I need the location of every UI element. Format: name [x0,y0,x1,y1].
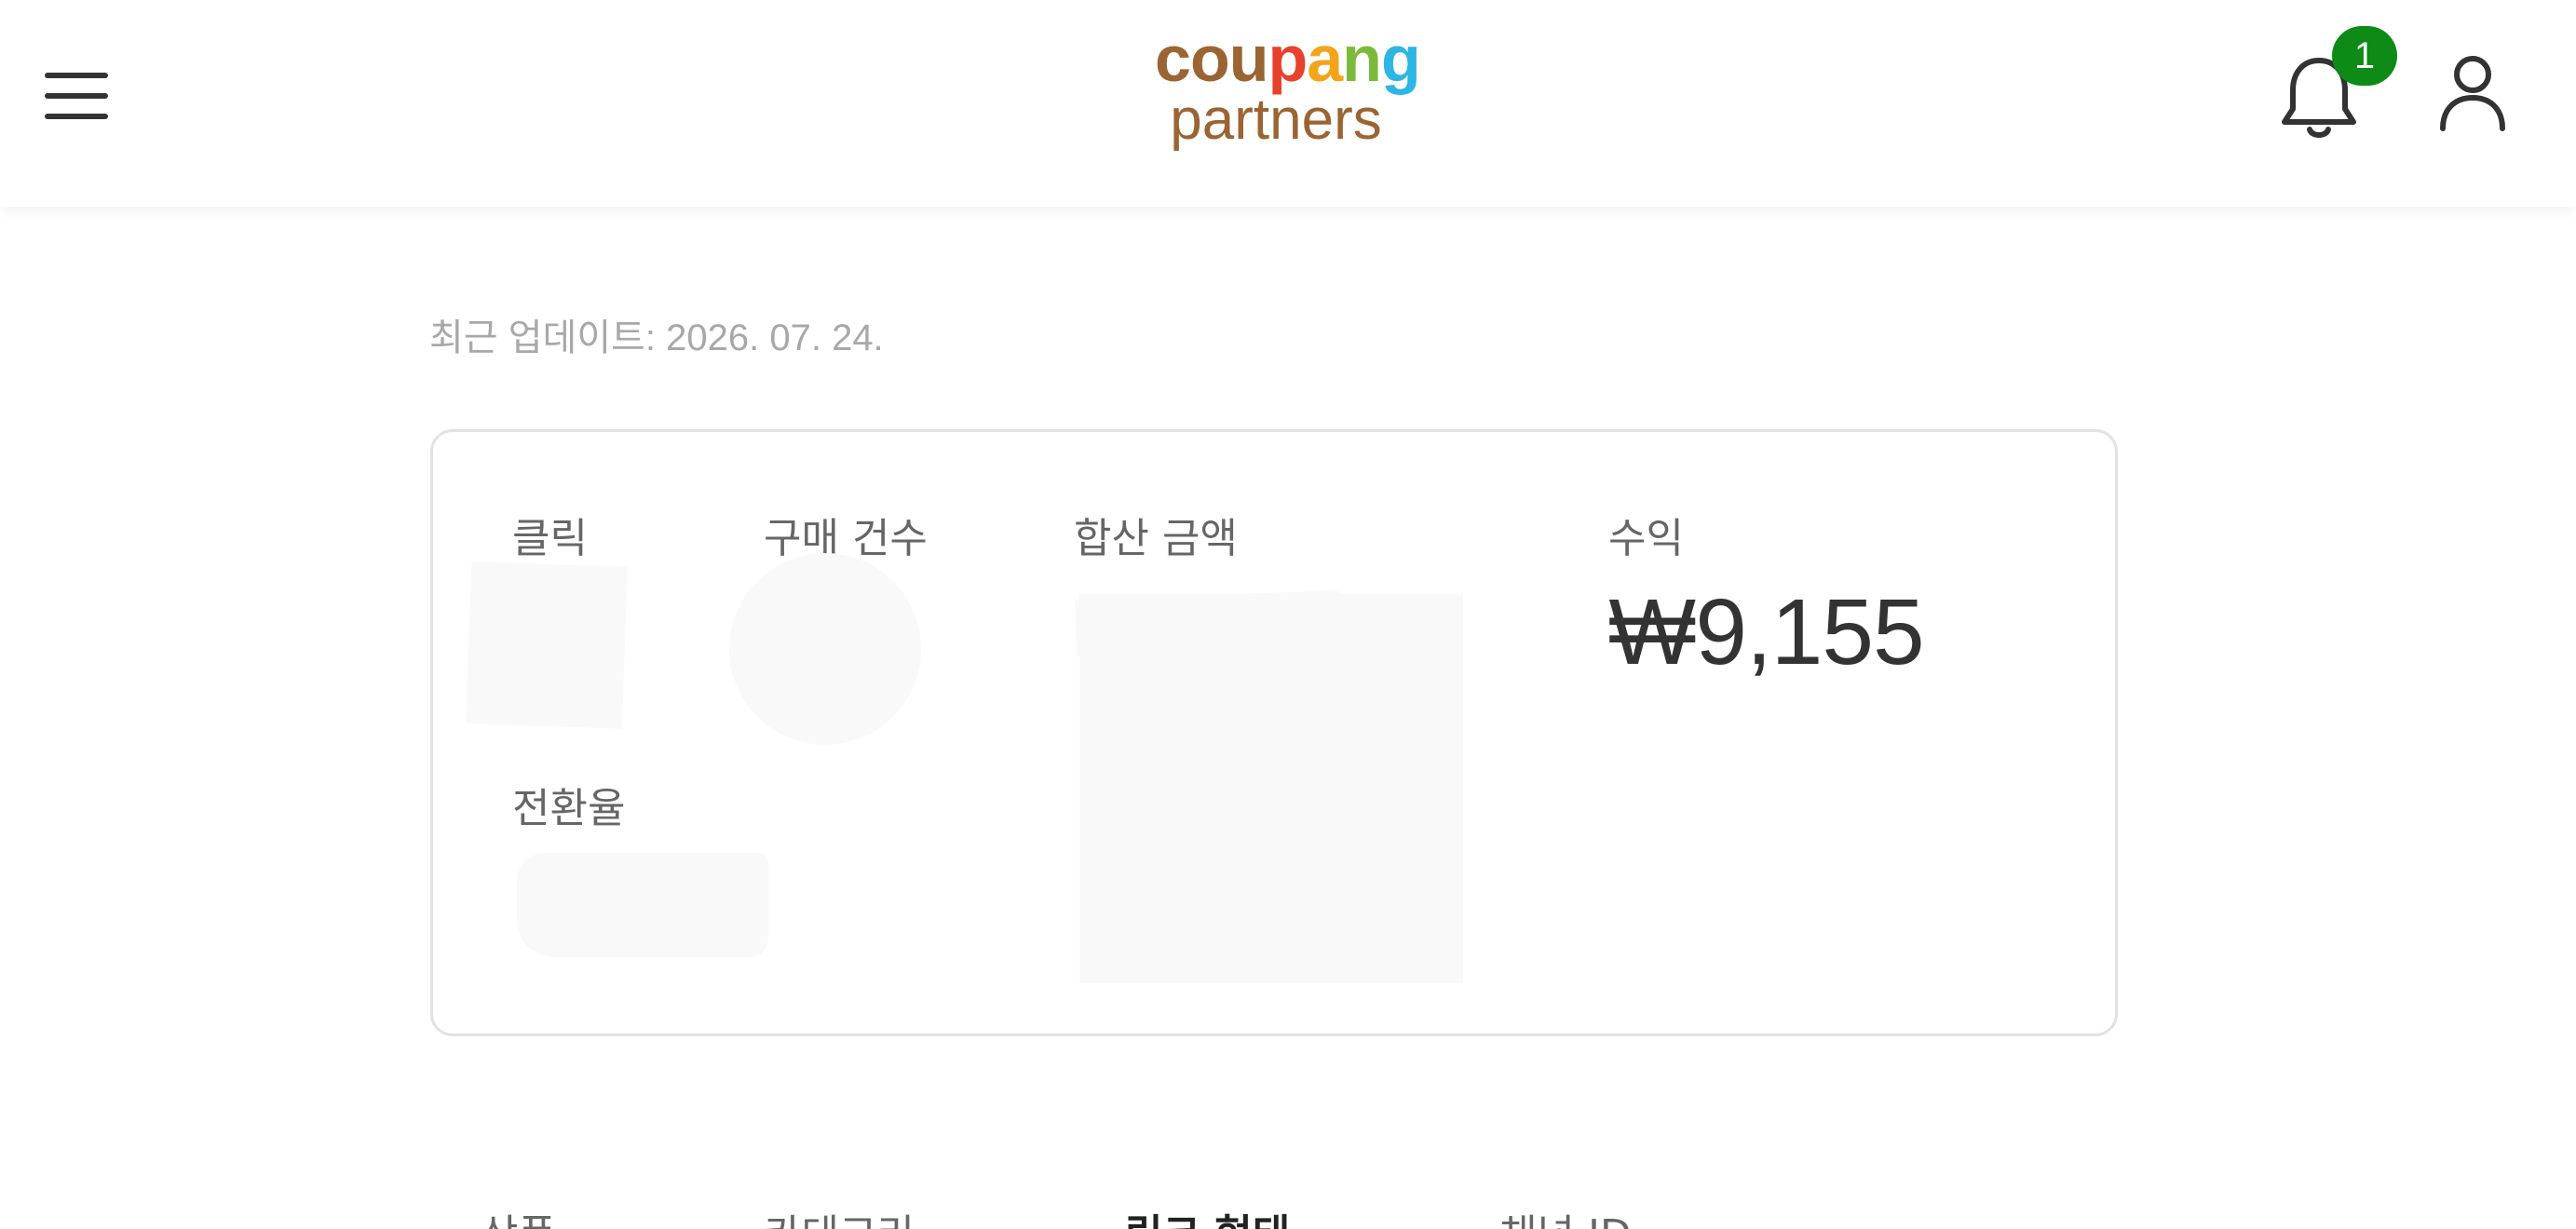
purchases-value-redacted [729,553,921,745]
top-header: coupang partners 1 [0,0,2576,207]
notification-badge: 1 [2332,26,2397,86]
hamburger-menu-icon[interactable] [41,65,115,125]
user-icon [2440,56,2505,131]
logo-letter: o [1189,22,1230,95]
logo-letter: u [1228,22,1269,95]
conversion-rate-label: 전환율 [512,785,626,832]
logo-wordmark-bottom: partners [1170,88,1382,152]
clicks-value-redacted [466,561,628,729]
earnings-value: ₩9,155 [1608,580,1925,684]
tab-category[interactable]: 카테고리 [764,1201,915,1229]
clicks-label: 클릭 [512,515,588,562]
last-update-text: 최근 업데이트: 2026. 07. 24. [429,317,884,358]
total-amount-label: 합산 금액 [1074,515,1238,562]
performance-summary-card: 클릭 구매 건수 합산 금액 수익 ₩9,155 전환율 [430,429,2118,1036]
logo-letter: g [1380,22,1421,95]
logo-letter: p [1268,22,1308,95]
page: coupang partners 1 최근 업데이트: 2026. 07. 24… [0,0,2576,1229]
user-account-button[interactable] [2435,54,2510,134]
logo-letter: a [1307,22,1343,95]
coupang-partners-logo[interactable]: coupang partners [1155,26,1421,156]
logo-wordmark-top: coupang [1155,26,1421,91]
tab-product[interactable]: 상품 [481,1201,556,1229]
total-amount-area-redacted [1079,594,1463,983]
tab-link-type[interactable]: 링크 형태 [1125,1201,1290,1229]
logo-letter: c [1155,22,1191,95]
conversion-rate-value-redacted [517,853,768,957]
earnings-label: 수익 [1608,515,1684,562]
logo-letter: n [1342,22,1382,95]
report-tabs: 상품 카테고리 링크 형태 채널 ID [0,1192,2576,1229]
tab-channel-id[interactable]: 채널 ID [1499,1201,1632,1229]
